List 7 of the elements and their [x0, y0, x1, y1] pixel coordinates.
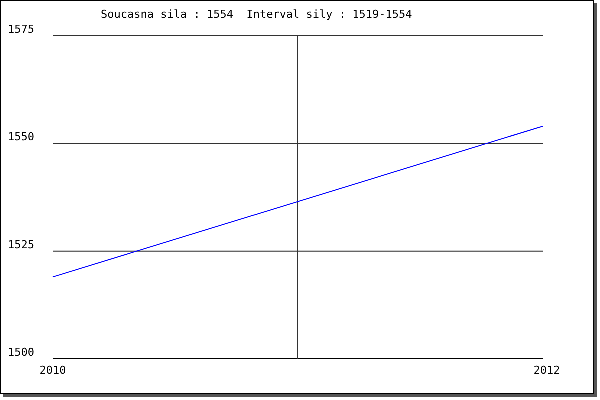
- chart-title: Soucasna sila : 1554 Interval sily : 1519-1554: [101, 8, 412, 21]
- x-axis-label: 2012: [534, 364, 560, 377]
- y-axis-label: 1500: [8, 346, 34, 359]
- x-axis-label: 2010: [40, 364, 66, 377]
- y-axis-label: 1550: [8, 130, 34, 144]
- y-axis-label: 1525: [8, 238, 34, 252]
- y-axis-label: 1575: [8, 23, 34, 36]
